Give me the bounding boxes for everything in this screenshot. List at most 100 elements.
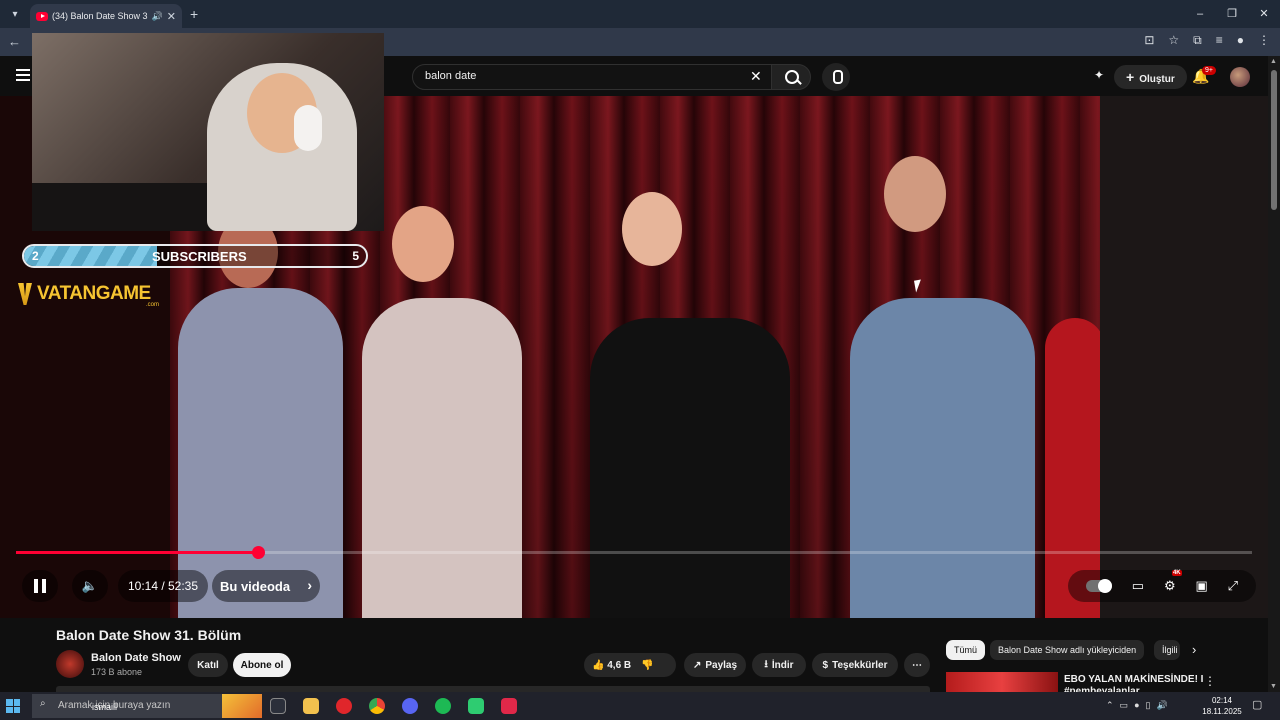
spotify-icon[interactable] bbox=[435, 698, 451, 714]
app-red-icon[interactable] bbox=[501, 698, 517, 714]
headphones-icon bbox=[294, 105, 322, 151]
channel-name[interactable]: Balon Date Show bbox=[91, 652, 181, 664]
hamburger-menu-icon[interactable] bbox=[16, 69, 30, 84]
like-dislike-group: 👍 4,6 B 👎 bbox=[584, 653, 676, 677]
subscriber-goal-target: 5 bbox=[352, 249, 359, 263]
new-tab-button[interactable]: + bbox=[190, 6, 198, 22]
tray-chevron-icon[interactable]: ⌃ bbox=[1106, 700, 1114, 711]
more-actions-button[interactable]: ⋯ bbox=[904, 653, 930, 677]
windows-start-icon[interactable] bbox=[6, 699, 20, 713]
task-view-icon[interactable] bbox=[270, 698, 286, 714]
browser-menu-icon[interactable]: ⋮ bbox=[1258, 33, 1270, 48]
fullscreen-icon[interactable]: ⤢ bbox=[1228, 578, 1238, 594]
recommended-thumbnail[interactable] bbox=[946, 672, 1058, 694]
premium-sparkle-icon[interactable]: ✦ bbox=[1094, 68, 1104, 82]
system-tray: ⌃ ▭ ● ▯ 🔊 bbox=[1106, 700, 1168, 711]
dislike-icon[interactable]: 👎 bbox=[641, 660, 653, 671]
search-input[interactable]: balon date bbox=[412, 64, 772, 90]
search-icon: ⌕ bbox=[40, 698, 46, 709]
download-button[interactable]: ⭳ İndir bbox=[752, 653, 806, 677]
pause-button[interactable] bbox=[22, 570, 58, 602]
clear-search-icon[interactable]: ✕ bbox=[750, 68, 762, 85]
speaker-icon[interactable]: 🔊 bbox=[1156, 700, 1167, 711]
window-controls: – ❐ ✕ bbox=[1184, 0, 1280, 28]
extensions-icon[interactable]: ⧉ bbox=[1193, 33, 1202, 48]
mic-icon[interactable]: ● bbox=[1134, 700, 1139, 711]
recommended-title[interactable]: EBO YALAN MAKİNESİNDE! I bbox=[1064, 674, 1203, 685]
chip-from-uploader[interactable]: Balon Date Show adlı yükleyiciden bbox=[990, 640, 1145, 660]
like-button[interactable]: 👍 4,6 B bbox=[592, 660, 631, 671]
sponsor-logo: VATANGAME .com bbox=[18, 282, 159, 308]
subtitles-icon[interactable]: ▭ bbox=[1132, 578, 1144, 594]
tab-title: (34) Balon Date Show 31. B bbox=[52, 11, 148, 21]
video-person-1 bbox=[178, 288, 343, 618]
share-icon: ↗ bbox=[692, 659, 702, 671]
user-avatar[interactable] bbox=[1230, 67, 1250, 87]
share-button[interactable]: ↗ Paylaş bbox=[684, 653, 746, 677]
tab-close-icon[interactable]: ✕ bbox=[167, 10, 176, 23]
video-person-4 bbox=[850, 298, 1035, 618]
taskbar-clock[interactable]: 02:14 18.11.2025 bbox=[1202, 695, 1242, 717]
chapter-button[interactable]: Bu videoda › bbox=[212, 570, 320, 602]
browser-toolbar-icons: ⊡ ☆ ⧉ ≡ ● ⋮ bbox=[1144, 33, 1270, 48]
profile-icon[interactable]: ● bbox=[1237, 33, 1244, 48]
right-controls: ▭ ⚙ 4K ▣ ⤢ bbox=[1068, 570, 1256, 602]
minimize-button[interactable]: – bbox=[1184, 0, 1216, 28]
subscriber-goal-label: SUBSCRIBERS bbox=[152, 249, 247, 264]
close-window-button[interactable]: ✕ bbox=[1248, 0, 1280, 28]
autoplay-toggle[interactable] bbox=[1085, 579, 1112, 593]
scroll-up-icon[interactable]: ▲ bbox=[1270, 58, 1277, 65]
thanks-button[interactable]: $ Teşekkürler bbox=[812, 653, 898, 677]
subscribe-button[interactable]: Abone ol bbox=[233, 653, 291, 677]
app-green-icon[interactable] bbox=[468, 698, 484, 714]
youtube-favicon-icon bbox=[36, 11, 48, 21]
time-display: 10:14 / 52:35 bbox=[118, 570, 208, 602]
back-arrow-icon[interactable]: ← bbox=[8, 34, 21, 49]
video-title: Balon Date Show 31. Bölüm bbox=[56, 627, 242, 643]
scroll-down-icon[interactable]: ▼ bbox=[1270, 683, 1277, 690]
video-right-panel bbox=[1100, 96, 1268, 618]
super-thanks-icon: $ bbox=[822, 659, 829, 671]
progress-played bbox=[16, 551, 259, 554]
notification-badge: 9+ bbox=[1202, 66, 1216, 75]
network-icon[interactable]: ▭ bbox=[1120, 700, 1129, 711]
subscriber-goal-fill bbox=[24, 246, 158, 266]
chrome-icon[interactable] bbox=[369, 698, 385, 714]
active-tab[interactable]: (34) Balon Date Show 31. B 🔊 ✕ bbox=[30, 4, 182, 28]
voice-search-icon[interactable] bbox=[822, 63, 850, 91]
quality-badge: 4K bbox=[1171, 570, 1182, 576]
bookmark-star-icon[interactable]: ☆ bbox=[1168, 33, 1179, 48]
app-icon[interactable] bbox=[402, 698, 418, 714]
progress-bar[interactable] bbox=[16, 546, 1252, 559]
page-scrollbar[interactable]: ▲ ▼ bbox=[1268, 56, 1280, 692]
notification-center-icon[interactable]: ▢ bbox=[1252, 698, 1262, 711]
install-app-icon[interactable]: ⊡ bbox=[1144, 33, 1154, 48]
webcam-overlay bbox=[32, 33, 384, 231]
video-person-2 bbox=[362, 298, 522, 618]
settings-gear-icon[interactable]: ⚙ 4K bbox=[1164, 570, 1182, 594]
speaker-icon[interactable]: 🔊 bbox=[152, 11, 163, 22]
subscriber-goal-current: 2 bbox=[32, 249, 39, 263]
channel-avatar[interactable] bbox=[56, 650, 84, 678]
chip-related[interactable]: İlgili bbox=[1154, 640, 1180, 660]
scrollbar-thumb[interactable] bbox=[1271, 70, 1277, 210]
channel-subscriber-count: 173 B abone bbox=[91, 667, 143, 677]
theater-mode-icon[interactable]: ▣ bbox=[1195, 578, 1207, 594]
search-highlight-image bbox=[222, 694, 262, 718]
like-count: 4,6 B bbox=[607, 659, 632, 671]
video-person-3 bbox=[590, 318, 790, 618]
search-button[interactable] bbox=[771, 64, 811, 90]
media-control-icon[interactable]: ≡ bbox=[1216, 33, 1223, 48]
volume-icon[interactable]: 🔈 bbox=[72, 570, 108, 602]
tab-search-button[interactable]: ▾ bbox=[4, 3, 26, 25]
restore-button[interactable]: ❐ bbox=[1216, 0, 1248, 28]
file-explorer-icon[interactable] bbox=[303, 698, 319, 714]
battery-icon[interactable]: ▯ bbox=[1146, 700, 1151, 711]
chevron-right-icon[interactable]: › bbox=[1192, 642, 1196, 657]
create-button[interactable]: Oluştur bbox=[1114, 65, 1187, 89]
download-icon: ⭳ bbox=[764, 658, 768, 670]
join-button[interactable]: Katıl bbox=[188, 653, 228, 677]
chip-all[interactable]: Tümü bbox=[946, 640, 986, 660]
opera-icon[interactable] bbox=[336, 698, 352, 714]
kebab-menu-icon[interactable]: ⋮ bbox=[1204, 674, 1216, 688]
